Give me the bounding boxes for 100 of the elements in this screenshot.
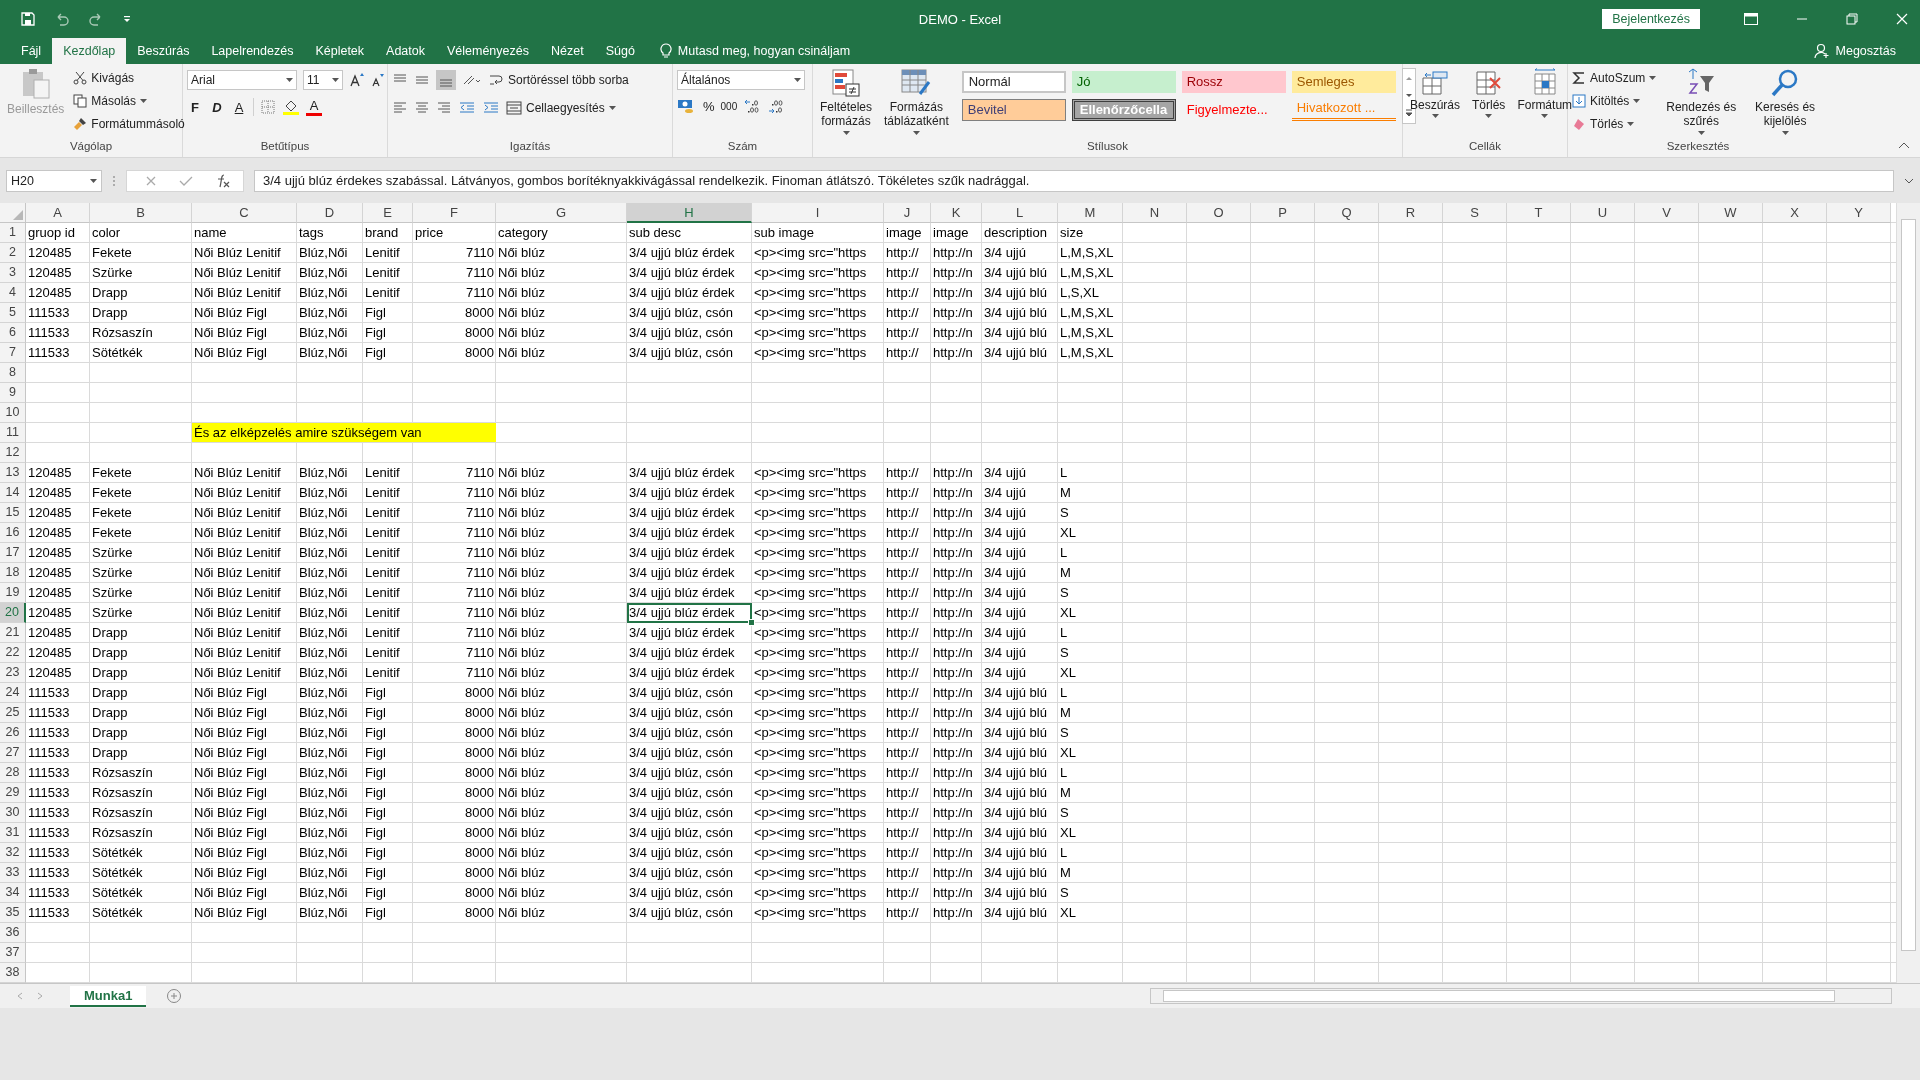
row-header[interactable]: 38 [0,963,26,983]
column-header[interactable]: Y [1827,203,1891,223]
row-header[interactable]: 2 [0,243,26,263]
cancel-icon[interactable] [145,175,157,187]
column-header[interactable]: F [413,203,496,223]
sign-in-button[interactable]: Bejelentkezés [1602,9,1700,29]
row-header[interactable]: 27 [0,743,26,763]
row-header[interactable]: 13 [0,463,26,483]
bold-button[interactable]: F [187,99,203,115]
column-header[interactable]: X [1763,203,1827,223]
row-header[interactable]: 10 [0,403,26,423]
row-header[interactable]: 6 [0,323,26,343]
font-size-field[interactable]: 11 [303,70,343,90]
column-header[interactable]: M [1058,203,1123,223]
insert-function-icon[interactable] [215,174,231,188]
ribbon-tab[interactable]: Kezdőlap [52,38,127,64]
row-header[interactable]: 11 [0,423,26,443]
find-select-button[interactable]: Keresés és kijelölés [1746,68,1824,135]
save-icon[interactable] [20,11,36,27]
row-header[interactable]: 36 [0,923,26,943]
row-header[interactable]: 3 [0,263,26,283]
column-header[interactable]: V [1635,203,1699,223]
row-header[interactable]: 16 [0,523,26,543]
select-all-icon[interactable] [13,210,23,220]
number-format-field[interactable]: Általános [677,70,805,90]
column-header[interactable]: N [1123,203,1187,223]
column-header[interactable]: B [90,203,192,223]
row-header[interactable]: 37 [0,943,26,963]
row-header[interactable]: 24 [0,683,26,703]
ribbon-display-icon[interactable] [1744,13,1758,25]
column-header[interactable]: C [192,203,297,223]
row-header[interactable]: 26 [0,723,26,743]
row-header[interactable]: 9 [0,383,26,403]
row-header[interactable]: 21 [0,623,26,643]
ribbon-tab[interactable]: Véleményezés [436,38,540,64]
row-header[interactable]: 5 [0,303,26,323]
row-header[interactable]: 34 [0,883,26,903]
name-box[interactable]: H20 [6,170,102,192]
customize-icon[interactable] [122,14,132,24]
cell-style-item[interactable]: Jó [1071,71,1176,93]
collapse-ribbon-icon[interactable] [1898,141,1910,149]
grow-font-icon[interactable] [349,72,365,88]
column-header[interactable]: K [931,203,982,223]
column-header[interactable]: H [627,203,752,223]
ribbon-tab[interactable]: Nézet [540,38,595,64]
add-sheet-icon[interactable] [166,988,183,1004]
ribbon-tab[interactable]: Fájl [10,38,53,64]
column-header[interactable]: T [1507,203,1571,223]
row-header[interactable]: 14 [0,483,26,503]
row-header[interactable]: 25 [0,703,26,723]
column-header[interactable]: Q [1315,203,1379,223]
row-header[interactable]: 15 [0,503,26,523]
italic-button[interactable]: D [209,99,225,115]
cell-style-item[interactable]: Rossz [1181,71,1286,93]
cell-style-item[interactable]: Bevitel [961,99,1066,121]
format-as-table-button[interactable]: Formázás táblázatként [881,68,952,135]
row-header[interactable]: 8 [0,363,26,383]
font-name-field[interactable]: Arial [187,70,297,90]
thousands-button[interactable]: 000 [720,100,738,112]
enter-icon[interactable] [179,175,193,187]
row-header[interactable]: 4 [0,283,26,303]
row-header[interactable]: 31 [0,823,26,843]
vertical-scrollbar[interactable] [1896,203,1920,983]
row-header[interactable]: 19 [0,583,26,603]
align-right-icon[interactable] [436,100,452,116]
increase-indent-icon[interactable] [482,100,500,116]
column-header[interactable]: A [26,203,90,223]
sort-filter-button[interactable]: Rendezés és szűrés [1662,68,1741,135]
row-header[interactable]: 30 [0,803,26,823]
column-header[interactable]: P [1251,203,1315,223]
row-header[interactable]: 22 [0,643,26,663]
percent-button[interactable]: % [703,98,715,114]
underline-button[interactable]: A [231,99,247,115]
row-header[interactable]: 28 [0,763,26,783]
decrease-decimal-icon[interactable] [767,98,786,114]
insert-cells-button[interactable]: Beszúrás [1407,68,1464,118]
tell-me-field[interactable]: Mutasd meg, hogyan csináljam [677,44,851,58]
shrink-font-icon[interactable] [371,72,385,88]
align-left-icon[interactable] [392,100,408,116]
ribbon-tab[interactable]: Beszúrás [126,38,201,64]
row-header[interactable]: 23 [0,663,26,683]
row-header[interactable]: 20 [0,603,26,623]
ribbon-tab[interactable]: Adatok [375,38,436,64]
conditional-formatting-button[interactable]: Feltételes formázás [817,68,876,135]
merge-button[interactable]: Cellaegyesítés [506,98,616,118]
row-header[interactable]: 7 [0,343,26,363]
column-header[interactable]: U [1571,203,1635,223]
cell-style-item[interactable]: Figyelmezte... [1181,99,1286,121]
column-header[interactable]: L [982,203,1058,223]
cell-style-item[interactable]: Normál [961,71,1066,93]
expand-icon[interactable] [1904,177,1914,185]
row-header[interactable]: 1 [0,223,26,243]
close-icon[interactable] [1896,13,1908,25]
column-header[interactable]: O [1187,203,1251,223]
sheet-tab[interactable]: Munka1 [70,985,147,1007]
column-header[interactable]: J [884,203,931,223]
share-button[interactable]: Megosztás [1835,44,1896,58]
format-painter-button[interactable]: Formátummásoló [73,114,185,134]
column-header[interactable]: R [1379,203,1443,223]
ribbon-tab[interactable]: Képletek [304,38,376,64]
